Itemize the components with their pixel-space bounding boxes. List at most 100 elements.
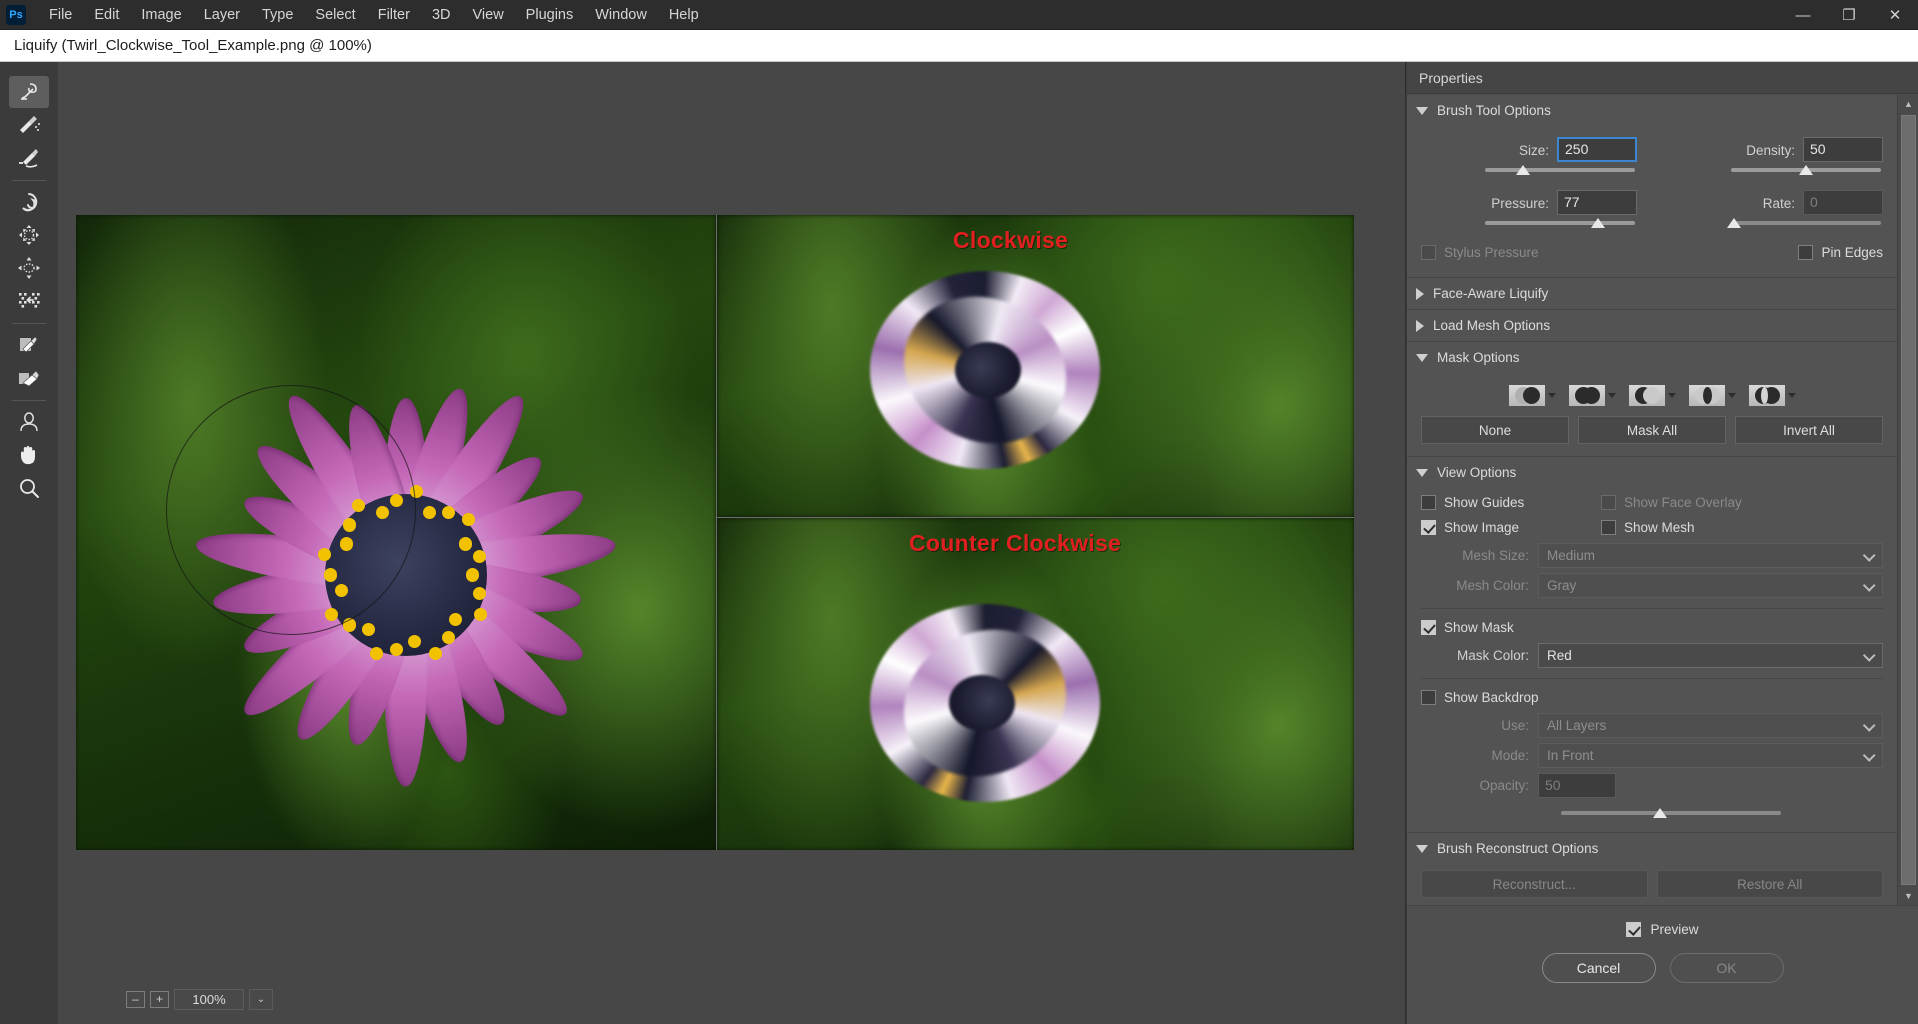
menu-plugins[interactable]: Plugins xyxy=(515,3,585,27)
menu-help[interactable]: Help xyxy=(658,3,710,27)
show-guides-checkbox[interactable] xyxy=(1421,495,1436,510)
menu-3d[interactable]: 3D xyxy=(421,3,462,27)
image-preview[interactable]: Clockwise Counter Clockwise xyxy=(76,215,1354,850)
mask-invert-selection-icon[interactable] xyxy=(1748,385,1785,406)
zoom-out-button[interactable]: – xyxy=(126,990,145,1008)
mask-invert-all-button[interactable]: Invert All xyxy=(1735,416,1883,444)
mask-subtract-from-selection-icon[interactable] xyxy=(1628,385,1665,406)
tool-reconstruct[interactable] xyxy=(9,109,49,141)
tool-twirl-clockwise[interactable] xyxy=(9,186,49,218)
pressure-slider-thumb[interactable] xyxy=(1590,218,1605,228)
show-image-checkbox-row[interactable]: Show Image xyxy=(1421,515,1601,540)
tool-push-left[interactable] xyxy=(9,285,49,317)
chevron-down-icon[interactable] xyxy=(1547,393,1556,398)
preview-checkbox[interactable] xyxy=(1626,922,1642,937)
zoom-level-value[interactable]: 100% xyxy=(174,988,244,1010)
tool-hand[interactable] xyxy=(9,439,49,471)
mask-intersect-with-selection-button[interactable] xyxy=(1688,385,1736,406)
tool-forward-warp[interactable] xyxy=(9,76,49,108)
mask-options-header[interactable]: Mask Options xyxy=(1407,342,1897,373)
show-image-checkbox[interactable] xyxy=(1421,520,1436,535)
tool-bloat[interactable] xyxy=(9,252,49,284)
chevron-down-icon[interactable] xyxy=(1607,393,1616,398)
menu-image[interactable]: Image xyxy=(130,3,192,27)
pressure-slider[interactable] xyxy=(1485,216,1635,230)
disclosure-triangle-closed-icon[interactable] xyxy=(1416,287,1424,300)
mask-invert-selection-button[interactable] xyxy=(1748,385,1796,406)
show-mesh-checkbox-row[interactable]: Show Mesh xyxy=(1601,515,1695,540)
menu-file[interactable]: File xyxy=(38,3,83,27)
view-options-body: Show Guides Show Face Overlay Show Image xyxy=(1407,488,1897,832)
mask-none-button[interactable]: None xyxy=(1421,416,1569,444)
menu-filter[interactable]: Filter xyxy=(367,3,421,27)
tool-smooth[interactable] xyxy=(9,142,49,174)
show-backdrop-checkbox-row[interactable]: Show Backdrop xyxy=(1421,685,1883,710)
show-guides-checkbox-row[interactable]: Show Guides xyxy=(1421,490,1601,515)
menu-window[interactable]: Window xyxy=(584,3,658,27)
disclosure-triangle-open-icon[interactable] xyxy=(1416,106,1428,115)
show-mask-checkbox[interactable] xyxy=(1421,620,1436,635)
show-face-overlay-checkbox xyxy=(1601,495,1616,510)
minimize-button[interactable]: — xyxy=(1780,0,1826,30)
size-slider-thumb[interactable] xyxy=(1515,165,1530,175)
mask-color-row[interactable]: Mask Color: Red xyxy=(1421,640,1883,670)
photoshop-liquify-window: Ps File Edit Image Layer Type Select Filter 3D V… xyxy=(0,0,1918,1024)
zoom-in-button[interactable]: + xyxy=(150,990,169,1008)
mask-intersect-with-selection-icon[interactable] xyxy=(1688,385,1725,406)
restore-button[interactable]: ❐ xyxy=(1826,0,1872,30)
rate-slider xyxy=(1727,216,1881,230)
density-slider[interactable] xyxy=(1731,163,1881,177)
scrollbar-thumb[interactable] xyxy=(1901,115,1916,885)
scroll-down-arrow-icon[interactable]: ▼ xyxy=(1898,887,1918,905)
chevron-down-icon[interactable] xyxy=(1787,393,1796,398)
clockwise-result-pane: Clockwise xyxy=(717,215,1354,517)
size-input[interactable]: 250 xyxy=(1557,137,1637,162)
chevron-down-icon[interactable] xyxy=(1667,393,1676,398)
mask-color-select[interactable]: Red xyxy=(1538,642,1883,668)
menu-edit[interactable]: Edit xyxy=(83,3,130,27)
chevron-down-icon[interactable] xyxy=(1864,653,1873,658)
tool-thaw-mask[interactable] xyxy=(9,362,49,394)
menu-layer[interactable]: Layer xyxy=(193,3,251,27)
pin-edges-checkbox[interactable] xyxy=(1798,245,1814,260)
mask-subtract-from-selection-button[interactable] xyxy=(1628,385,1676,406)
mask-add-to-selection-icon[interactable] xyxy=(1568,385,1605,406)
mask-all-button[interactable]: Mask All xyxy=(1578,416,1726,444)
view-options-header[interactable]: View Options xyxy=(1407,457,1897,488)
menu-type[interactable]: Type xyxy=(251,3,304,27)
menu-view[interactable]: View xyxy=(462,3,515,27)
liquify-canvas-area[interactable]: Clockwise Counter Clockwise – + 100% ⌄ xyxy=(58,62,1406,1024)
face-aware-liquify-header[interactable]: Face-Aware Liquify xyxy=(1407,278,1897,309)
load-mesh-options-header[interactable]: Load Mesh Options xyxy=(1407,310,1897,341)
mask-add-to-selection-button[interactable] xyxy=(1568,385,1616,406)
pin-edges-checkbox-row[interactable]: Pin Edges xyxy=(1798,240,1883,265)
preview-checkbox-row[interactable]: Preview xyxy=(1407,922,1918,937)
chevron-down-icon[interactable] xyxy=(1727,393,1736,398)
tool-face[interactable] xyxy=(9,406,49,438)
disclosure-triangle-open-icon[interactable] xyxy=(1416,844,1428,853)
disclosure-triangle-open-icon[interactable] xyxy=(1416,468,1428,477)
brush-reconstruct-options-header[interactable]: Brush Reconstruct Options xyxy=(1407,833,1897,864)
disclosure-triangle-open-icon[interactable] xyxy=(1416,353,1428,362)
tool-pucker[interactable] xyxy=(9,219,49,251)
size-slider[interactable] xyxy=(1485,163,1635,177)
mask-replace-selection-button[interactable] xyxy=(1508,385,1556,406)
menu-select[interactable]: Select xyxy=(304,3,366,27)
zoom-level-dropdown-icon[interactable]: ⌄ xyxy=(249,988,273,1010)
tool-zoom[interactable] xyxy=(9,472,49,504)
brush-tool-options-header[interactable]: Brush Tool Options xyxy=(1407,95,1897,126)
density-slider-thumb[interactable] xyxy=(1799,165,1813,175)
pin-edges-label: Pin Edges xyxy=(1821,245,1883,260)
density-input[interactable]: 50 xyxy=(1803,137,1883,162)
properties-scrollbar[interactable]: ▲ ▼ xyxy=(1897,95,1918,905)
mask-replace-selection-icon[interactable] xyxy=(1508,385,1545,406)
cancel-button[interactable]: Cancel xyxy=(1541,953,1656,983)
close-button[interactable]: ✕ xyxy=(1872,0,1918,30)
scroll-up-arrow-icon[interactable]: ▲ xyxy=(1898,95,1918,113)
show-mesh-checkbox[interactable] xyxy=(1601,520,1616,535)
show-backdrop-checkbox[interactable] xyxy=(1421,690,1436,705)
pressure-input[interactable]: 77 xyxy=(1557,190,1637,215)
disclosure-triangle-closed-icon[interactable] xyxy=(1416,319,1424,332)
tool-freeze-mask[interactable] xyxy=(9,329,49,361)
show-mask-checkbox-row[interactable]: Show Mask xyxy=(1421,615,1883,640)
